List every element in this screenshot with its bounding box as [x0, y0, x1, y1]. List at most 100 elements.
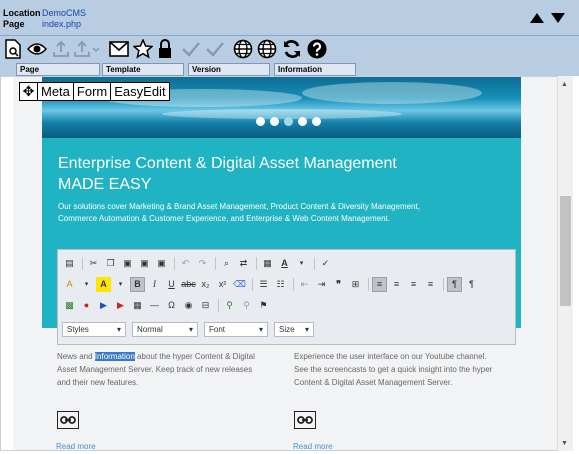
replace-icon[interactable]: ⇄ — [236, 256, 251, 271]
text-color-icon[interactable]: A — [277, 256, 292, 271]
slider-dot[interactable] — [298, 117, 307, 126]
remove-format-icon[interactable]: ⌫ — [232, 277, 247, 292]
scrollbar-thumb[interactable] — [560, 196, 571, 306]
refresh-icon[interactable] — [281, 38, 303, 60]
special-char-icon[interactable]: Ω — [164, 298, 179, 313]
selected-word[interactable]: Information — [94, 352, 135, 361]
anchor-icon[interactable]: ⚑ — [256, 298, 271, 313]
numbered-list-icon[interactable]: ☰ — [256, 277, 271, 292]
text-color-dropdown-icon[interactable]: ▾ — [294, 256, 309, 271]
flash-icon[interactable]: ● — [79, 298, 94, 313]
form-button[interactable]: Form — [74, 83, 112, 100]
font-color-icon[interactable]: A — [62, 277, 77, 292]
slider-dot[interactable] — [256, 117, 265, 126]
slider-dot[interactable] — [270, 117, 279, 126]
link-icon[interactable] — [57, 411, 79, 429]
globe-icon[interactable] — [232, 38, 254, 60]
toolbar-separator — [218, 298, 219, 312]
font-dropdown[interactable]: Font ▾ — [204, 321, 268, 337]
check-icon[interactable] — [180, 38, 202, 60]
image-icon[interactable]: ▩ — [62, 298, 77, 313]
justify-icon[interactable]: ≡ — [423, 277, 438, 292]
link-icon[interactable]: ⚲ — [222, 298, 237, 313]
tab-version[interactable]: Version — [188, 63, 270, 76]
paste-word-icon[interactable]: ▣ — [154, 256, 169, 271]
help-icon[interactable] — [306, 38, 328, 60]
location-value[interactable]: DemoCMS — [42, 8, 86, 18]
source-icon[interactable]: ▤ — [62, 256, 77, 271]
unlink-icon[interactable]: ⚲ — [239, 298, 254, 313]
read-more-link[interactable]: Read more — [293, 442, 333, 451]
star-icon[interactable] — [132, 38, 154, 60]
page-break-icon[interactable]: ⊟ — [198, 298, 213, 313]
background-color-icon[interactable]: A — [96, 276, 111, 292]
scroll-up-icon[interactable]: ▲ — [561, 81, 568, 88]
font-color-dropdown-icon[interactable]: ▾ — [79, 277, 94, 292]
styles-dropdown[interactable]: Styles ▾ — [62, 321, 126, 337]
align-left-icon[interactable]: ≡ — [372, 276, 387, 292]
subscript-icon[interactable]: x₂ — [198, 277, 213, 292]
div-container-icon[interactable]: ⊞ — [348, 277, 363, 292]
iframe-icon[interactable]: ◉ — [181, 298, 196, 313]
spellcheck-icon[interactable]: ✓ — [318, 256, 333, 271]
slider-dot[interactable] — [312, 117, 321, 126]
tab-template[interactable]: Template — [102, 63, 184, 76]
ltr-direction-icon[interactable]: ¶ — [447, 276, 462, 292]
check-all-icon[interactable] — [204, 38, 226, 60]
tab-information[interactable]: Information — [274, 63, 356, 76]
strikethrough-icon[interactable]: abc — [181, 277, 196, 292]
copy-icon[interactable]: ❐ — [103, 256, 118, 271]
paste-text-icon[interactable]: ▣ — [137, 256, 152, 271]
link-icon[interactable] — [294, 411, 316, 429]
align-right-icon[interactable]: ≡ — [406, 277, 421, 292]
redo-icon[interactable]: ↷ — [195, 256, 210, 271]
page-icon[interactable] — [2, 38, 24, 60]
tab-page[interactable]: Page — [16, 63, 100, 76]
scroll-down-icon[interactable]: ▼ — [561, 440, 568, 447]
page-value[interactable]: index.php — [42, 19, 81, 29]
bold-icon[interactable]: B — [130, 276, 145, 292]
size-dropdown[interactable]: Size ▾ — [274, 321, 314, 337]
eye-icon[interactable] — [26, 38, 48, 60]
move-up-icon[interactable] — [530, 13, 544, 23]
horizontal-rule-icon[interactable]: ― — [147, 298, 162, 313]
rtl-direction-icon[interactable]: ¶ — [464, 277, 479, 292]
meta-button[interactable]: Meta — [38, 83, 74, 100]
mail-icon[interactable] — [108, 38, 130, 60]
bulleted-list-icon[interactable]: ☷ — [273, 277, 288, 292]
news-column-text[interactable]: News and Information about the hyper Con… — [57, 350, 262, 389]
youtube-column-text[interactable]: Experience the user interface on our You… — [294, 350, 499, 389]
italic-icon[interactable]: I — [147, 277, 162, 292]
format-dropdown[interactable]: Normal ▾ — [132, 321, 198, 337]
background-color-dropdown-icon[interactable]: ▾ — [113, 277, 128, 292]
paste-icon[interactable]: ▣ — [120, 256, 135, 271]
globe-alt-icon[interactable] — [256, 38, 278, 60]
toolbar-separator — [293, 277, 294, 291]
read-more-link[interactable]: Read more — [56, 442, 96, 451]
outdent-icon[interactable]: ⇤ — [297, 277, 312, 292]
chevron-down-icon: ▾ — [258, 324, 263, 334]
move-icon[interactable]: ✥ — [20, 83, 38, 100]
media-icon[interactable]: ▶ — [113, 298, 128, 313]
undo-icon[interactable]: ↶ — [178, 256, 193, 271]
easyedit-button[interactable]: EasyEdit — [111, 83, 168, 100]
table-icon[interactable]: ▦ — [130, 298, 145, 313]
superscript-icon[interactable]: x² — [215, 277, 230, 292]
upload-icon[interactable] — [51, 38, 71, 60]
indent-icon[interactable]: ⇥ — [314, 277, 329, 292]
blockquote-icon[interactable]: ❞ — [331, 277, 346, 292]
underline-icon[interactable]: U — [164, 277, 179, 292]
editor-toolbar-row-1: ▤ ✂ ❐ ▣ ▣ ▣ ↶ ↷ ⌕ ⇄ ▦ A ▾ ✓ — [62, 254, 335, 272]
vertical-scrollbar[interactable]: ▲ ▼ — [557, 76, 573, 451]
video-icon[interactable]: ▶ — [96, 298, 111, 313]
move-down-icon[interactable] — [551, 13, 565, 23]
upload-dropdown-icon[interactable] — [73, 38, 99, 60]
lock-icon[interactable] — [156, 38, 174, 60]
select-all-icon[interactable]: ▦ — [260, 256, 275, 271]
cut-icon[interactable]: ✂ — [86, 256, 101, 271]
chevron-down-icon: ▾ — [304, 324, 309, 334]
find-icon[interactable]: ⌕ — [219, 256, 234, 271]
toolbar-separator — [174, 256, 175, 270]
slider-dot-active[interactable] — [284, 117, 293, 126]
align-center-icon[interactable]: ≡ — [389, 277, 404, 292]
